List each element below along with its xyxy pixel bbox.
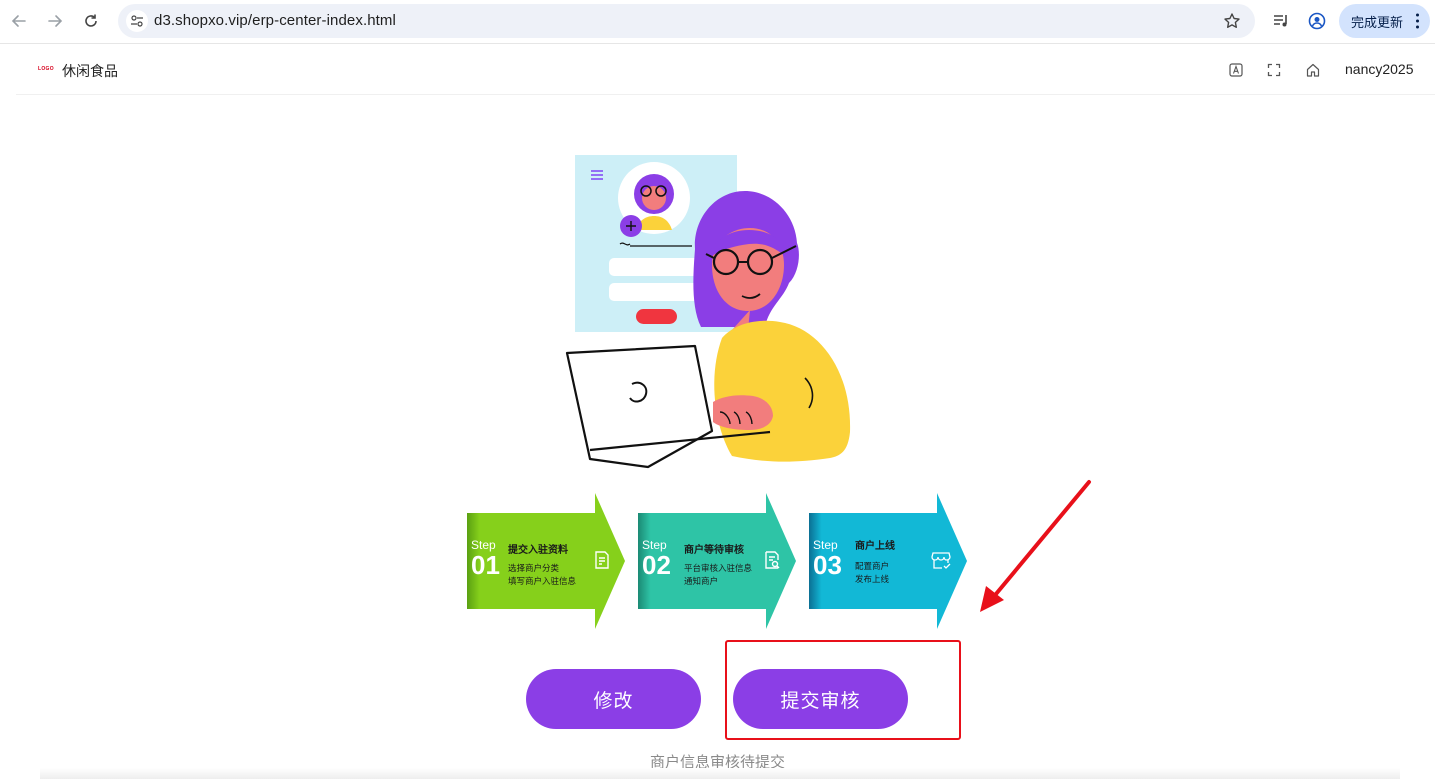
document-edit-icon [595, 551, 609, 569]
submit-review-button[interactable]: 提交审核 [733, 669, 908, 729]
step-3-number: 03 [813, 550, 842, 580]
bookmark-star-icon[interactable] [1221, 10, 1243, 32]
step-1-desc-1: 选择商户分类 [508, 563, 560, 573]
update-label: 完成更新 [1351, 14, 1404, 30]
step-3: Step 03 商户上线 配置商户 发布上线 [809, 493, 967, 629]
step-3-desc-1: 配置商户 [855, 561, 890, 571]
profile-icon[interactable] [1306, 10, 1328, 32]
site-info-icon[interactable] [126, 10, 148, 32]
app-header: LOGO 休闲食品 nancy2025 [16, 45, 1435, 95]
step-1: Step 01 提交入驻资料 选择商户分类 填写商户入驻信息 [467, 493, 625, 629]
forward-icon[interactable] [44, 10, 66, 32]
username[interactable]: nancy2025 [1345, 61, 1414, 77]
fullscreen-icon[interactable] [1265, 61, 1283, 79]
step-2-number: 02 [642, 550, 671, 580]
home-icon[interactable] [1304, 61, 1322, 79]
annotation-arrow [980, 480, 1091, 612]
bottom-shadow [40, 768, 1400, 779]
step-2-desc-2: 通知商户 [684, 576, 719, 586]
update-button[interactable]: 完成更新 [1339, 4, 1430, 38]
translate-icon[interactable] [1227, 61, 1245, 79]
reload-icon[interactable] [80, 10, 102, 32]
url-text: d3.shopxo.vip/erp-center-index.html [154, 12, 396, 29]
brand-name[interactable]: 休闲食品 [62, 61, 118, 81]
step-3-title: 商户上线 [855, 541, 895, 552]
step-3-desc-2: 发布上线 [855, 574, 890, 584]
store-check-icon [931, 552, 951, 569]
document-search-icon [765, 551, 780, 569]
more-menu-icon[interactable] [1416, 13, 1419, 29]
logo[interactable]: LOGO [38, 66, 54, 72]
merchant-illustration [565, 155, 851, 469]
step-1-number: 01 [471, 550, 500, 580]
step-1-title: 提交入驻资料 [508, 545, 568, 556]
media-playlist-icon[interactable] [1270, 10, 1292, 32]
step-1-desc-2: 填写商户入驻信息 [508, 576, 577, 586]
back-icon[interactable] [8, 10, 30, 32]
edit-button[interactable]: 修改 [526, 669, 701, 729]
browser-toolbar: d3.shopxo.vip/erp-center-index.html 完成更新 [0, 0, 1435, 44]
address-bar[interactable]: d3.shopxo.vip/erp-center-index.html [118, 4, 1255, 38]
step-2-desc-1: 平台审核入驻信息 [684, 563, 753, 573]
step-2-title: 商户等待审核 [684, 545, 744, 556]
step-2: Step 02 商户等待审核 平台审核入驻信息 通知商户 [638, 493, 796, 629]
